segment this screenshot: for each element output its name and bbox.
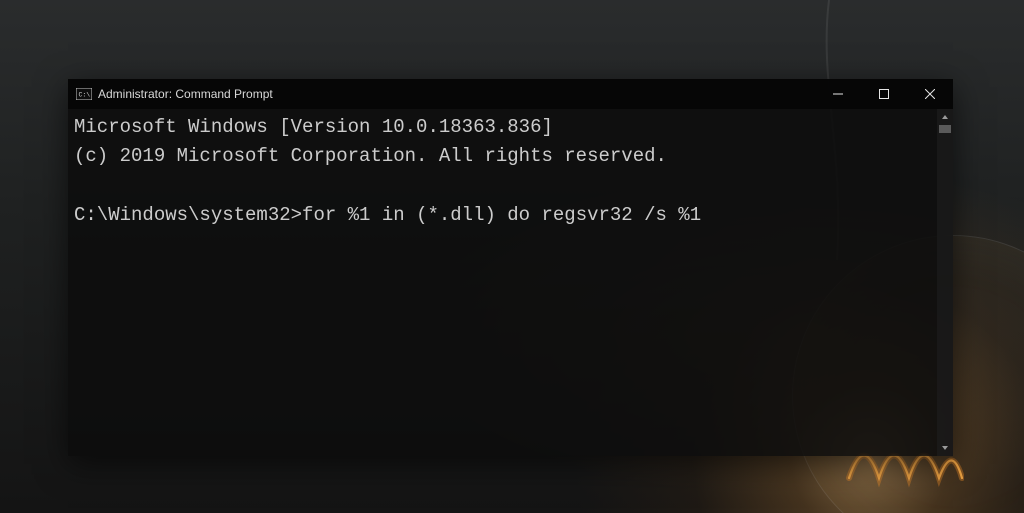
window-title: Administrator: Command Prompt [98, 87, 273, 101]
terminal-line-version: Microsoft Windows [Version 10.0.18363.83… [74, 116, 553, 138]
desktop-wallpaper: C:\ Administrator: Command Prompt [0, 0, 1024, 513]
terminal-line-copyright: (c) 2019 Microsoft Corporation. All righ… [74, 145, 667, 167]
scroll-thumb[interactable] [939, 125, 951, 133]
vertical-scrollbar[interactable] [937, 109, 953, 456]
terminal-cursor [701, 205, 711, 226]
window-client-area: Microsoft Windows [Version 10.0.18363.83… [68, 109, 953, 456]
terminal-prompt-path: C:\Windows\system32> [74, 204, 302, 226]
maximize-button[interactable] [861, 79, 907, 109]
minimize-button[interactable] [815, 79, 861, 109]
terminal-command-input[interactable]: for %1 in (*.dll) do regsvr32 /s %1 [302, 204, 701, 226]
cmd-icon: C:\ [76, 86, 92, 102]
svg-text:C:\: C:\ [79, 92, 91, 99]
command-prompt-window: C:\ Administrator: Command Prompt [68, 79, 953, 456]
scroll-down-arrow-icon[interactable] [937, 440, 953, 456]
scroll-up-arrow-icon[interactable] [937, 109, 953, 125]
close-button[interactable] [907, 79, 953, 109]
window-controls [815, 79, 953, 109]
terminal-output[interactable]: Microsoft Windows [Version 10.0.18363.83… [68, 109, 937, 456]
window-titlebar[interactable]: C:\ Administrator: Command Prompt [68, 79, 953, 109]
